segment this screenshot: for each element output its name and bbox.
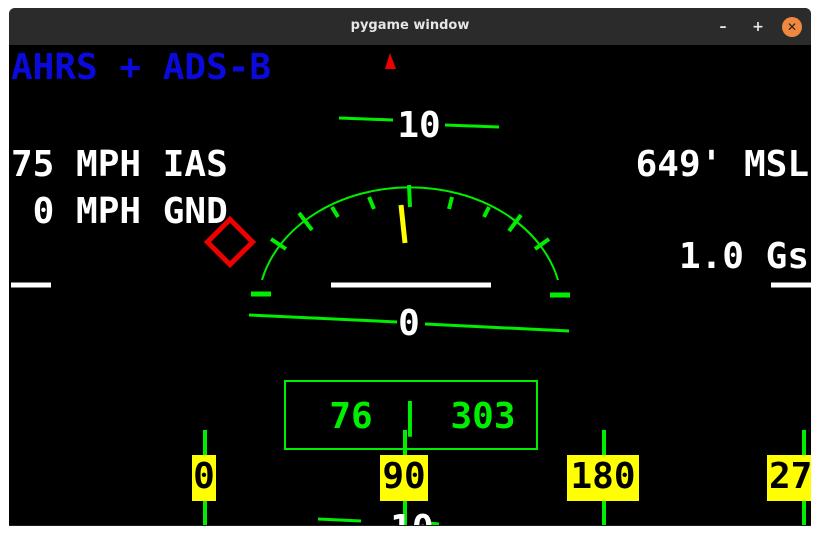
g-load-readout: 1.0 Gs <box>679 236 809 277</box>
heading-box-right-value: 303 <box>450 396 515 437</box>
maximize-button[interactable]: + <box>748 17 768 37</box>
close-button[interactable]: ✕ <box>782 17 802 37</box>
horizon-line-left <box>248 313 398 324</box>
compass-tape-lines <box>203 430 806 525</box>
pitch-label-plus10: 10 <box>397 105 440 146</box>
heading-box-left-value: 76 <box>329 396 372 437</box>
title-bar[interactable]: pygame window – + ✕ <box>9 8 811 45</box>
horizon-line-right <box>424 322 570 333</box>
pitch-label-minus10: -10 <box>368 508 433 525</box>
airspeed-readout: 75 MPH IAS <box>11 144 228 185</box>
altitude-readout: 649' MSL <box>636 144 809 185</box>
pitch-line-minus10-left <box>317 517 362 523</box>
hud-display: AHRS + ADS-B 10 75 MPH IAS 0 MPH GND 649… <box>9 45 811 525</box>
compass-label-180: 180 <box>570 456 635 497</box>
groundspeed-readout: 0 MPH GND <box>11 191 228 232</box>
pitch-line-plus10-left <box>338 116 394 122</box>
bank-pointer <box>398 204 408 244</box>
minimize-button[interactable]: – <box>713 17 733 37</box>
compass-label-270: 27 <box>769 456 811 497</box>
heading-box-separator: | <box>399 396 421 437</box>
compass-label-0: 0 <box>193 456 215 497</box>
window-title: pygame window <box>350 18 470 33</box>
pitch-line-plus10-right <box>444 123 500 129</box>
mode-title: AHRS + ADS-B <box>11 47 271 88</box>
bank-angle-ticks <box>269 184 551 251</box>
heading-pointer-icon <box>385 53 396 69</box>
compass-label-90: 90 <box>382 456 425 497</box>
hud-canvas: AHRS + ADS-B 10 75 MPH IAS 0 MPH GND 649… <box>11 47 811 525</box>
pitch-label-zero: 0 <box>398 303 420 344</box>
